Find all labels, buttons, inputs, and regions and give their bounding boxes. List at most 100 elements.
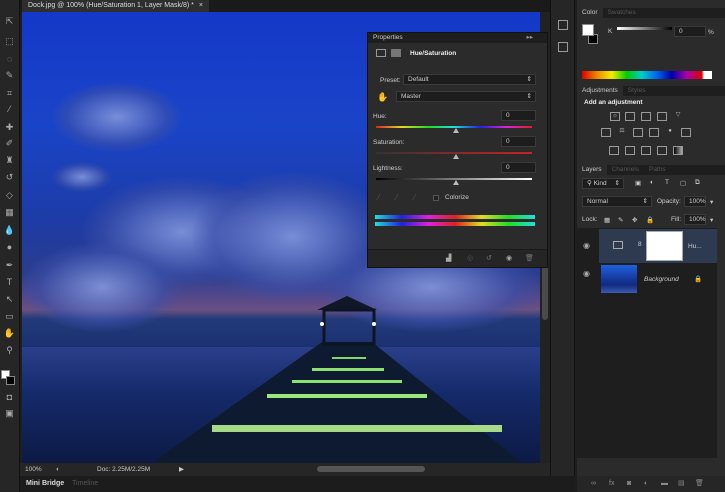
hue-saturation-icon[interactable] (601, 128, 611, 137)
lock-transparent-icon[interactable]: ▦ (604, 216, 610, 224)
pen-tool-icon[interactable]: ✒ (3, 260, 16, 271)
hand-tool-icon[interactable]: ✋ (3, 328, 16, 339)
tab-mini-bridge[interactable]: Mini Bridge (26, 476, 64, 492)
blur-tool-icon[interactable]: 💧 (3, 225, 16, 236)
delete-layer-icon[interactable]: 🗑 (695, 476, 704, 492)
type-tool-icon[interactable]: T (3, 277, 16, 288)
eyedropper-plus-icon[interactable]: ⁄ (396, 193, 397, 202)
eyedropper-minus-icon[interactable]: ⁄ (414, 193, 415, 202)
vibrance-icon[interactable]: ▽ (673, 112, 683, 121)
k-input[interactable]: 0 (674, 26, 706, 37)
black-white-icon[interactable] (633, 128, 643, 137)
layer-background[interactable]: Background 🔒 (599, 263, 717, 297)
history-brush-tool-icon[interactable]: ↺ (3, 172, 16, 183)
tab-properties[interactable]: Properties (373, 34, 403, 41)
history-panel-icon[interactable] (558, 20, 568, 30)
status-menu-arrow-icon[interactable]: ▶ (179, 463, 184, 476)
tab-color[interactable]: Color (577, 8, 603, 18)
zoom-tool-icon[interactable]: ⚲ (3, 345, 16, 356)
zoom-level[interactable]: 100% (25, 463, 42, 476)
quick-mask-icon[interactable]: ◘ (3, 392, 16, 403)
path-select-tool-icon[interactable]: ↖ (3, 294, 16, 305)
color-balance-icon[interactable]: ⚖ (617, 128, 627, 137)
dodge-tool-icon[interactable]: ● (3, 242, 16, 253)
reset-icon[interactable]: ↺ (486, 254, 492, 262)
tab-paths[interactable]: Paths (644, 165, 671, 175)
properties-panel-icon[interactable] (558, 42, 568, 52)
lock-all-icon[interactable]: 🔒 (646, 216, 654, 224)
lightness-input[interactable]: 0 (501, 162, 536, 173)
blend-mode-select[interactable]: Normal ⇕ (582, 196, 652, 207)
filter-adjustment-icon[interactable]: ◐ (650, 179, 654, 186)
delete-icon[interactable]: 🗑 (525, 254, 534, 262)
invert-icon[interactable] (609, 146, 619, 155)
clip-to-layer-icon[interactable]: ▟ (446, 254, 451, 262)
tab-swatches[interactable]: Swatches (603, 8, 641, 18)
visibility-eye-icon[interactable]: ◉ (583, 269, 590, 278)
adjustment-icon[interactable] (376, 49, 386, 57)
photo-filter-icon[interactable] (649, 128, 659, 137)
channel-select[interactable]: Master ⇕ (396, 91, 536, 102)
color-spectrum[interactable] (582, 71, 712, 79)
filter-shape-icon[interactable]: ▢ (680, 179, 686, 187)
quick-select-tool-icon[interactable]: ✎ (3, 70, 16, 81)
lock-position-icon[interactable]: ✥ (632, 216, 637, 224)
crop-tool-icon[interactable]: ⌗ (3, 88, 16, 99)
opacity-dropdown-icon[interactable]: ▾ (710, 198, 713, 206)
eyedropper-tool-icon[interactable]: ⁄ (3, 104, 16, 115)
background-color-swatch[interactable] (6, 376, 15, 385)
opacity-input[interactable]: 100% (684, 196, 706, 207)
collapse-icon[interactable]: ▸▸ (526, 33, 533, 43)
move-tool-icon[interactable]: ⇱ (3, 16, 16, 27)
tab-layers[interactable]: Layers (577, 165, 607, 175)
fill-dropdown-icon[interactable]: ▾ (710, 216, 713, 224)
layer-filter-select[interactable]: ⚲ Kind ⇕ (582, 178, 624, 189)
curves-icon[interactable] (641, 112, 651, 121)
tab-channels[interactable]: Channels (607, 165, 644, 175)
share-icon[interactable]: ◐ (56, 463, 60, 476)
lasso-tool-icon[interactable]: ◌ (3, 54, 16, 65)
filter-pixel-icon[interactable]: ▣ (635, 179, 641, 187)
layer-name[interactable]: Background (644, 276, 679, 283)
selective-color-icon[interactable] (657, 146, 667, 155)
posterize-icon[interactable] (625, 146, 635, 155)
tab-adjustments[interactable]: Adjustments (577, 86, 623, 96)
preset-select[interactable]: Default ⇕ (403, 74, 536, 85)
new-layer-icon[interactable]: ▤ (678, 476, 685, 492)
brightness-contrast-icon[interactable]: ☼ (610, 112, 620, 121)
brush-tool-icon[interactable]: ✐ (3, 138, 16, 149)
link-icon[interactable]: 8 (638, 241, 642, 248)
add-mask-icon[interactable]: ◙ (627, 476, 631, 492)
threshold-icon[interactable] (641, 146, 651, 155)
tab-timeline[interactable]: Timeline (72, 476, 98, 492)
document-tab[interactable]: Dock.jpg @ 100% (Hue/Saturation 1, Layer… (22, 0, 209, 12)
shape-tool-icon[interactable]: ▭ (3, 311, 16, 322)
mask-icon[interactable] (391, 49, 401, 57)
channel-mixer-icon[interactable]: ● (665, 128, 675, 137)
filter-smart-object-icon[interactable]: ⧉ (695, 179, 700, 187)
layer-name[interactable]: Hu... (688, 243, 702, 250)
hue-slider-thumb[interactable] (453, 128, 459, 133)
targeted-adjustment-hand-icon[interactable]: ✋ (377, 92, 388, 103)
eyedropper-icon[interactable]: ⁄ (378, 193, 379, 202)
filter-type-icon[interactable]: T (665, 179, 669, 186)
link-layers-icon[interactable]: ∞ (591, 476, 596, 492)
screen-mode-icon[interactable]: ▣ (3, 408, 16, 419)
saturation-input[interactable]: 0 (501, 136, 536, 147)
tab-styles[interactable]: Styles (623, 86, 651, 96)
foreground-color[interactable] (582, 24, 594, 36)
healing-tool-icon[interactable]: ✚ (3, 122, 16, 133)
gradient-map-icon[interactable] (673, 146, 683, 155)
hue-input[interactable]: 0 (501, 110, 536, 121)
lightness-slider-thumb[interactable] (453, 180, 459, 185)
visibility-eye-icon[interactable]: ◉ (583, 241, 590, 250)
gradient-tool-icon[interactable]: ▦ (3, 207, 16, 218)
eraser-tool-icon[interactable]: ◇ (3, 190, 16, 201)
lock-pixels-icon[interactable]: ✎ (618, 216, 623, 224)
marquee-tool-icon[interactable]: ⬚ (3, 36, 16, 47)
layer-hue-saturation[interactable]: 8 Hu... (599, 229, 717, 263)
colorize-checkbox[interactable] (433, 195, 439, 201)
k-slider[interactable] (617, 27, 672, 30)
color-lookup-icon[interactable] (681, 128, 691, 137)
exposure-icon[interactable] (657, 112, 667, 121)
